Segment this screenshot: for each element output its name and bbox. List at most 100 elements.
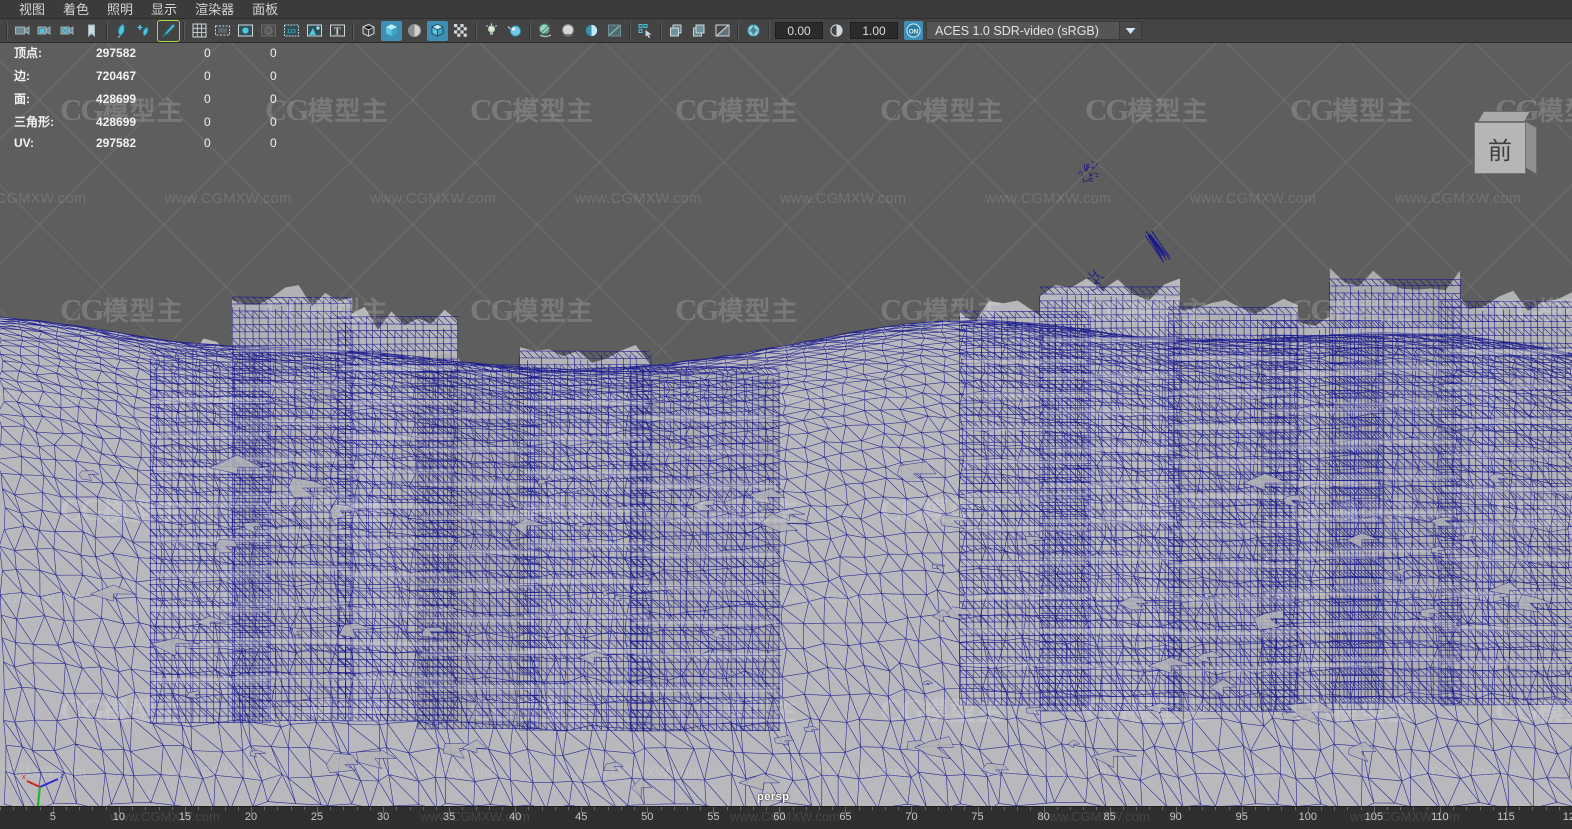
bookmark-icon[interactable]: [81, 21, 102, 41]
menu-show[interactable]: 显示: [142, 0, 186, 19]
shadows-icon[interactable]: [535, 21, 556, 41]
toolbar-separator: [737, 21, 739, 40]
timeline-tick: [396, 807, 398, 810]
paint-fx-add-icon[interactable]: [135, 21, 156, 41]
timeline-tick-label: 45: [575, 811, 588, 823]
timeline-tick: [1321, 807, 1322, 810]
wireframe-on-shaded-icon[interactable]: [427, 20, 448, 41]
motion-blur-icon[interactable]: [581, 21, 602, 41]
menu-panels[interactable]: 面板: [243, 0, 287, 19]
grid-icon[interactable]: [189, 21, 210, 41]
time-slider-ruler[interactable]: 5 10 15 20 25 30 35 40 45 50 55 60 65 70 75 80 85 90 95 100…: [0, 806, 1572, 829]
ao-icon[interactable]: [558, 21, 579, 41]
view-cube-front-face[interactable]: 前: [1474, 122, 1526, 174]
timeline-tick-label: 5: [49, 811, 56, 823]
safe-action-icon[interactable]: 123: [281, 21, 302, 41]
timeline-tick: [726, 807, 728, 810]
timeline-tick: [634, 807, 636, 810]
gamma-reset-icon[interactable]: [743, 21, 764, 41]
timeline-tick: [686, 807, 688, 810]
svg-text:ON: ON: [909, 28, 919, 35]
watermark-url: www.CGMXW.com: [110, 809, 220, 824]
viewport-toolbar: 123 T 0.00 1.00 ON ACES 1.0 SDR-video (s…: [0, 19, 1572, 43]
camera-attr-icon[interactable]: [58, 21, 79, 41]
chevron-down-icon[interactable]: [1119, 22, 1141, 39]
timeline-tick: [66, 807, 68, 810]
field-chart-icon[interactable]: [258, 21, 279, 41]
timeline-tick-label: 95: [1235, 811, 1248, 823]
timeline-tick: [224, 807, 226, 810]
hud-cell-selected: 0: [204, 91, 211, 106]
toolbar-separator: [629, 21, 631, 40]
timeline-tick: [1479, 807, 1481, 810]
hud-cell-total: 428699: [96, 91, 137, 106]
timeline-tick: [1228, 807, 1230, 810]
hud-cell-total: 297582: [96, 136, 137, 150]
paint-effects-icon[interactable]: [112, 21, 133, 41]
hud-cell-label: 顶点:: [14, 46, 42, 60]
timeline-tick: [1558, 807, 1560, 810]
timeline-tick: [898, 807, 900, 810]
timeline-tick: [673, 807, 675, 810]
timeline-tick: [700, 807, 702, 810]
select-camera-icon[interactable]: [12, 21, 33, 41]
timeline-tick: [1030, 807, 1032, 810]
menu-lighting[interactable]: 照明: [98, 0, 142, 19]
smooth-shade-icon[interactable]: [381, 20, 402, 41]
view-cube-top-face[interactable]: [1478, 111, 1530, 122]
wireframe-icon[interactable]: [358, 21, 379, 41]
timeline-tick: [1281, 807, 1283, 810]
timeline-tick: [885, 807, 887, 810]
menu-view[interactable]: 视图: [10, 0, 54, 19]
toolbar-separator: [106, 21, 108, 40]
timeline-tick: [1519, 807, 1521, 810]
timeline-tick: [964, 807, 966, 810]
timeline-tick: [343, 807, 345, 810]
menubar: 视图 着色 照明 显示 渲染器 面板: [0, 0, 1572, 19]
menu-shading[interactable]: 着色: [54, 0, 98, 19]
timeline-tick: [409, 807, 411, 810]
xray-active-comp-icon[interactable]: [689, 21, 710, 41]
exposure-icon[interactable]: [712, 21, 733, 41]
paint-brush-icon[interactable]: [157, 19, 180, 42]
timeline-tick-label: 75: [971, 811, 984, 823]
text-overlay-icon[interactable]: T: [327, 21, 348, 41]
flat-shade-icon[interactable]: [404, 21, 425, 41]
xray-joints-icon[interactable]: [666, 21, 687, 41]
default-light-icon[interactable]: [481, 21, 502, 41]
timeline-tick: [1466, 807, 1468, 810]
lock-camera-icon[interactable]: [35, 21, 56, 41]
timeline-tick: [594, 807, 596, 810]
film-gate-icon[interactable]: [212, 21, 233, 41]
all-lights-icon[interactable]: [504, 21, 525, 41]
xray-icon[interactable]: [450, 21, 471, 41]
hud-cell-other: 0: [270, 136, 277, 150]
contrast-icon[interactable]: [826, 21, 847, 41]
axis-gizmo: z x y: [12, 765, 72, 806]
toolbar-separator: [183, 21, 185, 40]
persp-viewport[interactable]: CG模型主CG模型主CG模型主CG模型主CG模型主CG模型主CG模型主CG模型主…: [0, 43, 1572, 806]
safe-title-icon[interactable]: [304, 21, 325, 41]
aa-icon[interactable]: [604, 21, 625, 41]
timeline-tick: [660, 807, 662, 810]
timeline-tick: [554, 807, 556, 810]
color-management-group: ON ACES 1.0 SDR-video (sRGB): [904, 21, 1142, 40]
timeline-tick: [13, 807, 15, 810]
timeline-tick: [1017, 807, 1019, 810]
hud-cell-selected: 0: [204, 136, 211, 150]
exposure-field[interactable]: 0.00: [775, 22, 823, 39]
maya-window: 视图 着色 照明 显示 渲染器 面板 123 T 0.00 1.00 ON AC…: [0, 0, 1572, 829]
color-management-select[interactable]: ACES 1.0 SDR-video (sRGB): [926, 21, 1142, 40]
timeline-tick: [1162, 807, 1164, 810]
scene-mesh: [0, 43, 1572, 806]
resolution-gate-icon[interactable]: [235, 21, 256, 41]
isolate-select-icon[interactable]: [635, 21, 656, 41]
hud-cell-other: 0: [270, 68, 277, 83]
menu-renderer[interactable]: 渲染器: [186, 0, 243, 19]
timeline-tick-label: 120: [1562, 811, 1572, 823]
view-cube[interactable]: 前: [1474, 111, 1540, 177]
gamma-field[interactable]: 1.00: [850, 22, 898, 39]
view-cube-right-face[interactable]: [1526, 122, 1537, 174]
color-management-toggle[interactable]: ON: [904, 21, 923, 40]
timeline-tick-label: 70: [905, 811, 918, 823]
